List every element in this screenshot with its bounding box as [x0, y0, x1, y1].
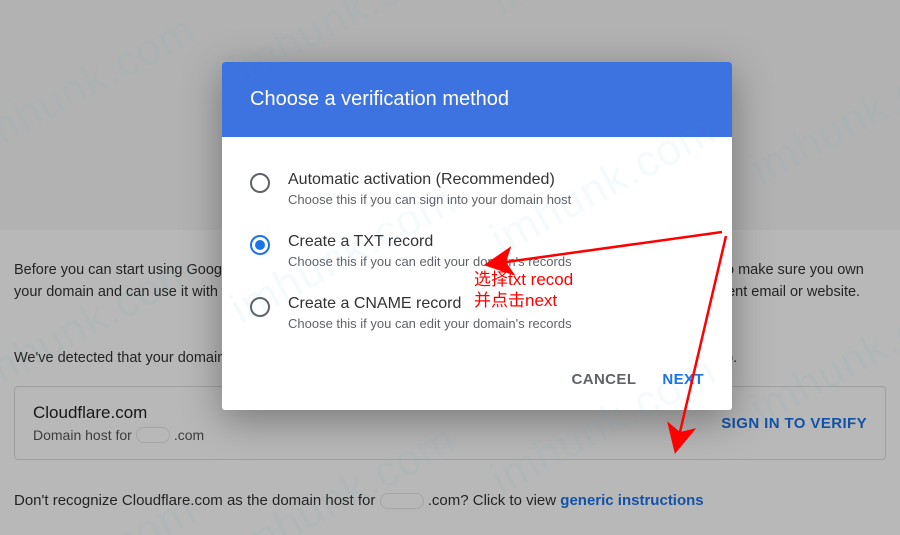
- radio-icon: [250, 173, 270, 193]
- cancel-button[interactable]: CANCEL: [571, 371, 636, 388]
- option-title: Create a CNAME record: [288, 295, 572, 313]
- next-button[interactable]: NEXT: [662, 371, 704, 388]
- option-title: Create a TXT record: [288, 233, 572, 251]
- verification-modal: Choose a verification method Automatic a…: [222, 62, 732, 410]
- option-sub: Choose this if you can edit your domain'…: [288, 316, 572, 331]
- modal-body: Automatic activation (Recommended) Choos…: [222, 137, 732, 361]
- option-automatic-activation[interactable]: Automatic activation (Recommended) Choos…: [250, 165, 704, 227]
- radio-icon: [250, 297, 270, 317]
- option-create-cname-record[interactable]: Create a CNAME record Choose this if you…: [250, 289, 704, 351]
- option-title: Automatic activation (Recommended): [288, 171, 571, 189]
- modal-title: Choose a verification method: [222, 62, 732, 137]
- modal-actions: CANCEL NEXT: [222, 361, 732, 410]
- option-create-txt-record[interactable]: Create a TXT record Choose this if you c…: [250, 227, 704, 289]
- radio-icon: [250, 235, 270, 255]
- option-sub: Choose this if you can edit your domain'…: [288, 254, 572, 269]
- option-sub: Choose this if you can sign into your do…: [288, 192, 571, 207]
